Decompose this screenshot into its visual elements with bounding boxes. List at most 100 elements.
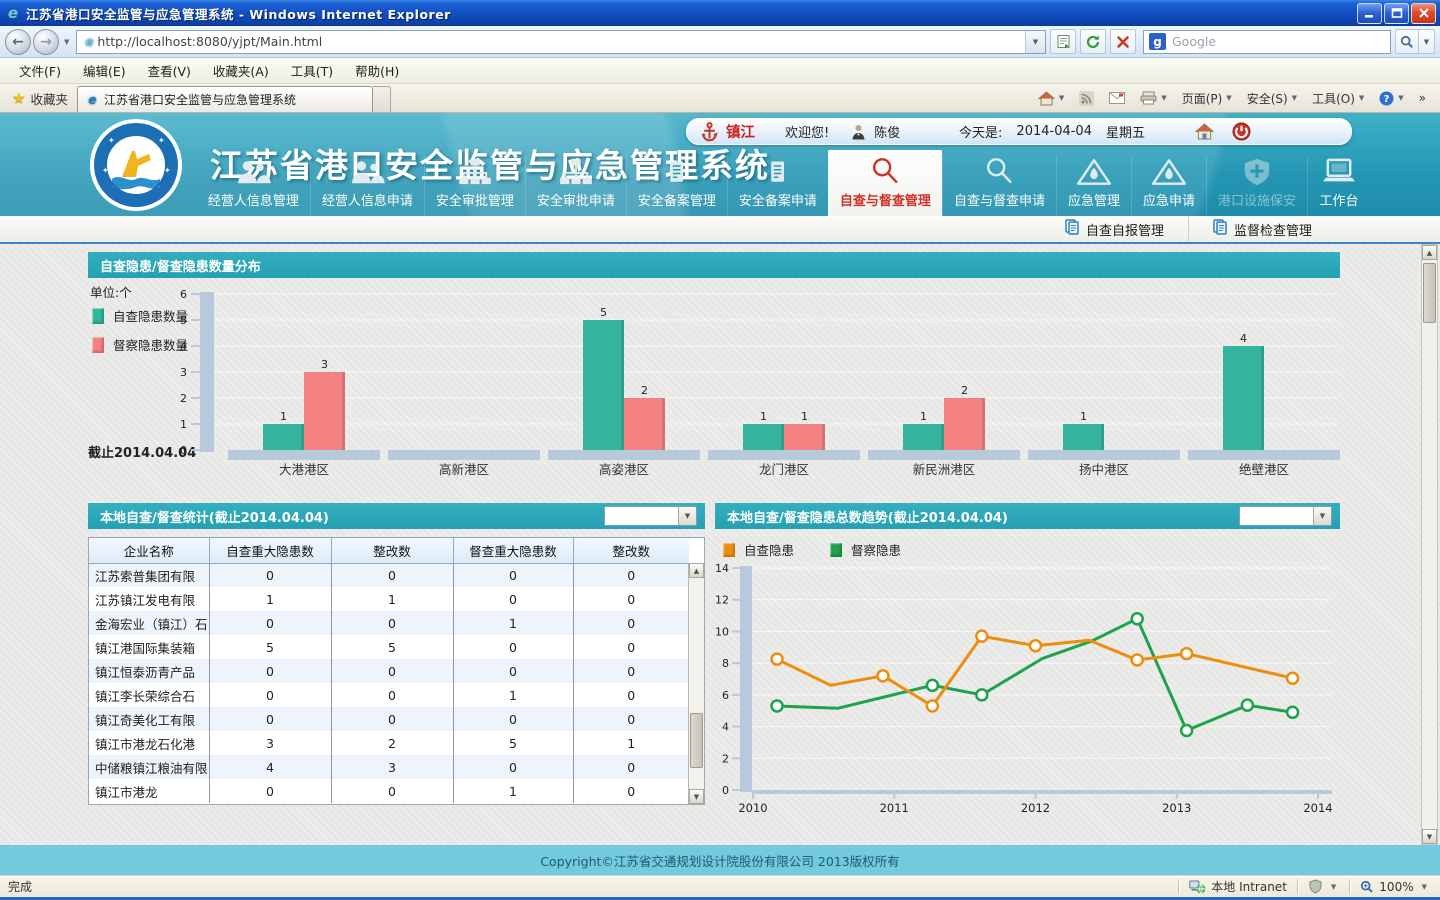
search-box[interactable]: g Google bbox=[1143, 30, 1391, 54]
command-button[interactable]: 页面(P)▼ bbox=[1175, 84, 1239, 112]
close-button[interactable] bbox=[1411, 3, 1436, 24]
address-field[interactable]: e http://localhost:8080/yjpt/Main.html ▼ bbox=[76, 30, 1046, 54]
table-row[interactable]: 镇江港国际集装箱5500 bbox=[89, 635, 689, 659]
menu-item[interactable]: 编辑(E) bbox=[72, 57, 137, 84]
menu-item[interactable]: 帮助(H) bbox=[344, 57, 410, 84]
favorites-label[interactable]: 收藏夹 bbox=[30, 89, 68, 108]
table-row[interactable]: 镇江奇美化工有限0000 bbox=[89, 707, 689, 731]
table-row[interactable]: 金海宏业（镇江）石0010 bbox=[89, 611, 689, 635]
nav-item-label: 自查与督查管理 bbox=[840, 190, 931, 209]
table-row[interactable]: 江苏索普集团有限0000 bbox=[89, 563, 689, 587]
menu-item[interactable]: 文件(F) bbox=[8, 57, 72, 84]
value-cell: 1 bbox=[453, 611, 573, 635]
read-mail-icon[interactable] bbox=[1102, 84, 1132, 112]
nav-item-people[interactable]: 经营人信息申请 bbox=[310, 156, 424, 216]
page-scroll-down-icon[interactable]: ▼ bbox=[1422, 829, 1437, 844]
table-scrollbar[interactable]: ▲ ▼ bbox=[688, 563, 704, 804]
search-button[interactable] bbox=[1395, 29, 1419, 54]
table-scroll-down-icon[interactable]: ▼ bbox=[689, 789, 704, 804]
table-row[interactable]: 镇江恒泰沥青产品0000 bbox=[89, 659, 689, 683]
recent-pages-icon[interactable]: ▼ bbox=[61, 38, 72, 46]
value-cell: 0 bbox=[573, 635, 689, 659]
nav-item-search-active[interactable]: 自查与督查管理 bbox=[828, 150, 942, 216]
protected-mode-button[interactable]: ▼ bbox=[1298, 876, 1349, 897]
value-cell: 1 bbox=[573, 731, 689, 755]
favorites-button[interactable]: ★ 收藏夹 bbox=[3, 84, 77, 112]
page-scrollbar[interactable]: ▲ ▼ bbox=[1421, 244, 1438, 845]
search-placeholder[interactable]: Google bbox=[1172, 34, 1385, 49]
trend-filter-select[interactable]: ▼ bbox=[1239, 506, 1332, 526]
trend-filter-dropdown-icon[interactable]: ▼ bbox=[1313, 507, 1331, 525]
menu-item[interactable]: 收藏夹(A) bbox=[202, 57, 280, 84]
table-row[interactable]: 江苏镇江发电有限1100 bbox=[89, 587, 689, 611]
table-filter-select[interactable]: ▼ bbox=[604, 506, 697, 526]
address-dropdown-icon[interactable]: ▼ bbox=[1025, 31, 1045, 53]
welcome-label: 欢迎您! bbox=[785, 122, 829, 141]
nav-item-flow[interactable]: 安全审批管理 bbox=[424, 156, 525, 216]
table-scrollbar-thumb[interactable] bbox=[690, 713, 703, 768]
value-cell: 0 bbox=[573, 563, 689, 587]
svg-text:4: 4 bbox=[722, 721, 729, 734]
nav-item-alert[interactable]: 应急管理 bbox=[1056, 156, 1131, 216]
command-button[interactable]: 安全(S)▼ bbox=[1240, 84, 1304, 112]
nav-item-search[interactable]: 自查与督查申请 bbox=[942, 156, 1056, 216]
help-icon[interactable]: ?▼ bbox=[1372, 84, 1410, 112]
svg-text:高姿港区: 高姿港区 bbox=[599, 462, 649, 477]
table-filter-dropdown-icon[interactable]: ▼ bbox=[678, 507, 696, 525]
zoom-level[interactable]: 100% bbox=[1379, 880, 1413, 894]
user-name[interactable]: 陈俊 bbox=[874, 122, 900, 141]
command-button[interactable]: 工具(O)▼ bbox=[1305, 84, 1371, 112]
page-scrollbar-thumb[interactable] bbox=[1423, 263, 1436, 323]
value-cell: 0 bbox=[573, 587, 689, 611]
laptop-icon bbox=[1319, 156, 1359, 186]
new-tab-stub[interactable] bbox=[373, 86, 391, 112]
back-button[interactable]: ← bbox=[5, 29, 31, 55]
logout-power-icon[interactable] bbox=[1232, 122, 1251, 141]
table-scroll-up-icon[interactable]: ▲ bbox=[689, 563, 704, 578]
search-options-icon[interactable]: ▼ bbox=[1419, 29, 1435, 54]
nav-item-flow[interactable]: 安全审批申请 bbox=[525, 156, 626, 216]
nav-item-alert[interactable]: 应急申请 bbox=[1131, 156, 1206, 216]
home-shortcut-icon[interactable] bbox=[1195, 123, 1214, 140]
svg-text:4: 4 bbox=[1240, 332, 1247, 345]
print-icon[interactable]: ▼ bbox=[1133, 84, 1173, 112]
subnav-item-label: 监督检查管理 bbox=[1234, 220, 1312, 239]
svg-text:6: 6 bbox=[180, 288, 187, 301]
home-icon[interactable]: ▼ bbox=[1031, 84, 1071, 112]
nav-item-laptop[interactable]: 工作台 bbox=[1307, 156, 1370, 216]
chevron-overflow-icon[interactable]: » bbox=[1412, 84, 1433, 112]
nav-item-people[interactable]: 经营人信息管理 bbox=[197, 156, 310, 216]
compatibility-view-button[interactable] bbox=[1050, 29, 1076, 54]
subnav-item[interactable]: 自查自报管理 bbox=[1041, 216, 1188, 242]
value-cell: 1 bbox=[209, 587, 331, 611]
table-row[interactable]: 镇江市港龙0010 bbox=[89, 779, 689, 803]
menu-item[interactable]: 查看(V) bbox=[137, 57, 202, 84]
address-url[interactable]: http://localhost:8080/yjpt/Main.html bbox=[97, 34, 1025, 49]
minimize-button[interactable] bbox=[1357, 3, 1382, 24]
menu-item[interactable]: 工具(T) bbox=[280, 57, 344, 84]
value-cell: 0 bbox=[573, 611, 689, 635]
nav-item-doc[interactable]: 安全备案申请 bbox=[727, 156, 828, 216]
subnav-item[interactable]: 监督检查管理 bbox=[1188, 216, 1336, 242]
command-bar: ▼▼页面(P)▼安全(S)▼工具(O)▼?▼» bbox=[1031, 84, 1437, 112]
forward-button[interactable]: → bbox=[33, 29, 59, 55]
stop-button[interactable] bbox=[1110, 29, 1136, 54]
table-row[interactable]: 中储粮镇江粮油有限4300 bbox=[89, 755, 689, 779]
maximize-button[interactable] bbox=[1384, 3, 1409, 24]
company-name-cell: 江苏镇江发电有限 bbox=[89, 587, 209, 611]
title-bar: e 江苏省港口安全监管与应急管理系统 - Windows Internet Ex… bbox=[0, 0, 1440, 26]
value-cell: 0 bbox=[573, 779, 689, 803]
table-row[interactable]: 镇江李长荣综合石0010 bbox=[89, 683, 689, 707]
table-column-header: 整改数 bbox=[573, 538, 689, 563]
nav-item-doc[interactable]: 安全备案管理 bbox=[626, 156, 727, 216]
page-scroll-up-icon[interactable]: ▲ bbox=[1422, 245, 1437, 260]
value-cell: 0 bbox=[453, 635, 573, 659]
feeds-icon[interactable] bbox=[1072, 84, 1101, 112]
value-cell: 4 bbox=[209, 755, 331, 779]
browser-tab[interactable]: e 江苏省港口安全监管与应急管理系统 bbox=[77, 86, 373, 112]
zoom-control[interactable]: 100% ▼ bbox=[1350, 876, 1440, 897]
tab-title[interactable]: 江苏省港口安全监管与应急管理系统 bbox=[104, 91, 296, 108]
table-row[interactable]: 镇江市港龙石化港3251 bbox=[89, 731, 689, 755]
refresh-button[interactable] bbox=[1080, 29, 1106, 54]
statistics-table: 企业名称自查重大隐患数整改数督查重大隐患数整改数 江苏索普集团有限0000江苏镇… bbox=[88, 537, 705, 805]
